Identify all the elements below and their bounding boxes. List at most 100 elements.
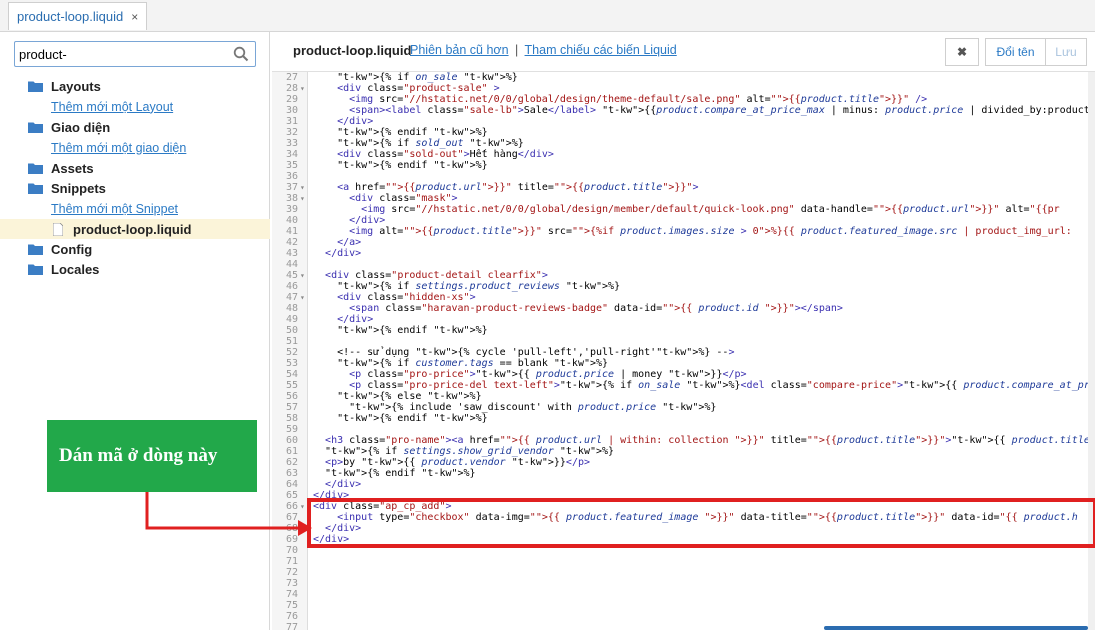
tree-file-selected[interactable]: product-loop.liquid bbox=[0, 219, 270, 239]
code-line[interactable]: 52 <!-- sử dụng "t-kw">{% cycle 'pull-le… bbox=[272, 347, 1095, 358]
code-line[interactable]: 34 <div class="sold-out">Hết hàng</div> bbox=[272, 149, 1095, 160]
line-text: <span><label class="sale-lb">Sale</label… bbox=[349, 105, 1090, 116]
code-line[interactable]: 33 "t-kw">{% if sold_out "t-kw">%} bbox=[272, 138, 1095, 149]
code-line[interactable]: 61 "t-kw">{% if settings.show_grid_vendo… bbox=[272, 446, 1095, 457]
close-file-button[interactable]: ✖ bbox=[945, 38, 979, 66]
paste-here-callout: Dán mã ở dòng này bbox=[47, 420, 257, 492]
line-text: <img src="//hstatic.net/0/0/global/desig… bbox=[349, 94, 928, 105]
code-line[interactable]: 31 </div> bbox=[272, 116, 1095, 127]
tree-folder[interactable]: Layouts bbox=[0, 76, 270, 96]
code-line[interactable]: 45 ▾ <div class="product-detail clearfix"… bbox=[272, 270, 1095, 281]
line-number: 44 bbox=[285, 259, 298, 270]
fold-toggle-icon[interactable]: ▾ bbox=[300, 193, 308, 204]
tree-add-link[interactable]: Thêm mới một Layout bbox=[0, 96, 270, 117]
code-line[interactable]: 76 bbox=[272, 611, 1095, 622]
code-line[interactable]: 50 "t-kw">{% endif "t-kw">%} bbox=[272, 325, 1095, 336]
code-line[interactable]: 73 bbox=[272, 578, 1095, 589]
code-line[interactable]: 74 bbox=[272, 589, 1095, 600]
code-line[interactable]: 32 "t-kw">{% endif "t-kw">%} bbox=[272, 127, 1095, 138]
code-line[interactable]: 62 <p>by "t-kw">{{ product.vendor "t-kw"… bbox=[272, 457, 1095, 468]
code-line[interactable]: 36 bbox=[272, 171, 1095, 182]
line-number: 65 bbox=[285, 490, 298, 501]
line-number: 31 bbox=[285, 116, 298, 127]
tree-folder[interactable]: Config bbox=[0, 239, 270, 259]
line-number: 33 bbox=[285, 138, 298, 149]
rename-button[interactable]: Đổi tên bbox=[985, 38, 1045, 66]
line-number: 55 bbox=[285, 380, 298, 391]
fold-toggle-icon[interactable]: ▾ bbox=[300, 83, 308, 94]
code-line[interactable]: 30 <span><label class="sale-lb">Sale</la… bbox=[272, 105, 1095, 116]
code-line[interactable]: 72 bbox=[272, 567, 1095, 578]
code-line[interactable]: 57 "t-kw">{% include 'saw_discount' with… bbox=[272, 402, 1095, 413]
line-number: 50 bbox=[285, 325, 298, 336]
line-number: 68 bbox=[285, 523, 298, 534]
code-line[interactable]: 64 </div> bbox=[272, 479, 1095, 490]
code-line[interactable]: 75 bbox=[272, 600, 1095, 611]
code-line[interactable]: 39 <img src="//hstatic.net/0/0/global/de… bbox=[272, 204, 1095, 215]
liquid-reference-link[interactable]: Tham chiếu các biến Liquid bbox=[525, 43, 677, 57]
line-number: 69 bbox=[285, 534, 298, 545]
code-line[interactable]: 27 "t-kw">{% if on_sale "t-kw">%} bbox=[272, 72, 1095, 83]
line-text: "t-kw">{% if sold_out "t-kw">%} bbox=[337, 138, 524, 149]
close-icon[interactable]: × bbox=[131, 10, 138, 24]
tree-add-link[interactable]: Thêm mới một giao diện bbox=[0, 137, 270, 158]
folder-icon bbox=[28, 163, 43, 174]
code-line[interactable]: 60 <h3 class="pro-name"><a href="">{{ pr… bbox=[272, 435, 1095, 446]
tree-folder[interactable]: Assets bbox=[0, 158, 270, 178]
code-line[interactable]: 48 <span class="haravan-product-reviews-… bbox=[272, 303, 1095, 314]
code-line[interactable]: 49 </div> bbox=[272, 314, 1095, 325]
search-icon[interactable] bbox=[233, 46, 249, 62]
code-line[interactable]: 42 </a> bbox=[272, 237, 1095, 248]
code-line[interactable]: 58 "t-kw">{% endif "t-kw">%} bbox=[272, 413, 1095, 424]
line-text: <div class="product-sale" > bbox=[337, 83, 500, 94]
code-line[interactable]: 55 <p class="pro-price-del text-left">"t… bbox=[272, 380, 1095, 391]
code-line[interactable]: 35 "t-kw">{% endif "t-kw">%} bbox=[272, 160, 1095, 171]
line-number: 74 bbox=[285, 589, 298, 600]
code-line[interactable]: 40 </div> bbox=[272, 215, 1095, 226]
line-text: "t-kw">{% if customer.tags == blank "t-k… bbox=[337, 358, 609, 369]
code-line[interactable]: 38 ▾ <div class="mask"> bbox=[272, 193, 1095, 204]
fold-toggle-icon[interactable]: ▾ bbox=[300, 292, 308, 303]
folder-icon bbox=[28, 81, 43, 92]
code-line[interactable]: 28 ▾ <div class="product-sale" > bbox=[272, 83, 1095, 94]
code-line[interactable]: 71 bbox=[272, 556, 1095, 567]
tree-folder[interactable]: Giao diện bbox=[0, 117, 270, 137]
line-text: <!-- sử dụng "t-kw">{% cycle 'pull-left'… bbox=[313, 347, 735, 358]
tree-folder-label: Locales bbox=[51, 261, 100, 277]
horizontal-scrollbar[interactable] bbox=[824, 626, 1088, 630]
fold-toggle-icon[interactable]: ▾ bbox=[300, 270, 308, 281]
search-input[interactable] bbox=[19, 45, 229, 63]
highlight-box bbox=[307, 498, 1095, 548]
line-text: <p class="pro-price-del text-left">"t-kw… bbox=[349, 380, 1095, 391]
file-search[interactable] bbox=[14, 41, 256, 67]
save-button[interactable]: Lưu bbox=[1045, 38, 1087, 66]
old-versions-link[interactable]: Phiên bản cũ hơn bbox=[410, 43, 509, 57]
line-number: 28 bbox=[285, 83, 298, 94]
tree-file-label: product-loop.liquid bbox=[73, 221, 192, 237]
code-line[interactable]: 51 bbox=[272, 336, 1095, 347]
line-number: 30 bbox=[285, 105, 298, 116]
code-line[interactable]: 43 </div> bbox=[272, 248, 1095, 259]
line-number: 38 bbox=[285, 193, 298, 204]
line-text: <p>by "t-kw">{{ product.vendor "t-kw">}}… bbox=[325, 457, 591, 468]
code-line[interactable]: 37 ▾ <a href="">{{product.url">}}" title=… bbox=[272, 182, 1095, 193]
fold-toggle-icon[interactable]: ▾ bbox=[300, 182, 308, 193]
file-tab[interactable]: product-loop.liquid × bbox=[8, 2, 148, 30]
code-line[interactable]: 29 <img src="//hstatic.net/0/0/global/de… bbox=[272, 94, 1095, 105]
code-line[interactable]: 47 ▾ <div class="hidden-xs"> bbox=[272, 292, 1095, 303]
code-line[interactable]: 46 "t-kw">{% if settings.product_reviews… bbox=[272, 281, 1095, 292]
line-number: 39 bbox=[285, 204, 298, 215]
code-line[interactable]: 44 bbox=[272, 259, 1095, 270]
code-line[interactable]: 59 bbox=[272, 424, 1095, 435]
tree-folder[interactable]: Locales bbox=[0, 259, 270, 279]
code-line[interactable]: 56 "t-kw">{% else "t-kw">%} bbox=[272, 391, 1095, 402]
line-text: </a> bbox=[337, 237, 362, 248]
line-number: 35 bbox=[285, 160, 298, 171]
code-line[interactable]: 53 "t-kw">{% if customer.tags == blank "… bbox=[272, 358, 1095, 369]
code-line[interactable]: 63 "t-kw">{% endif "t-kw">%} bbox=[272, 468, 1095, 479]
code-line[interactable]: 54 <p class="pro-price">"t-kw">{{ produc… bbox=[272, 369, 1095, 380]
folder-icon bbox=[28, 264, 43, 275]
tree-add-link[interactable]: Thêm mới một Snippet bbox=[0, 198, 270, 219]
code-line[interactable]: 41 <img alt="">{{product.title">}}" src=… bbox=[272, 226, 1095, 237]
tree-folder[interactable]: Snippets bbox=[0, 178, 270, 198]
